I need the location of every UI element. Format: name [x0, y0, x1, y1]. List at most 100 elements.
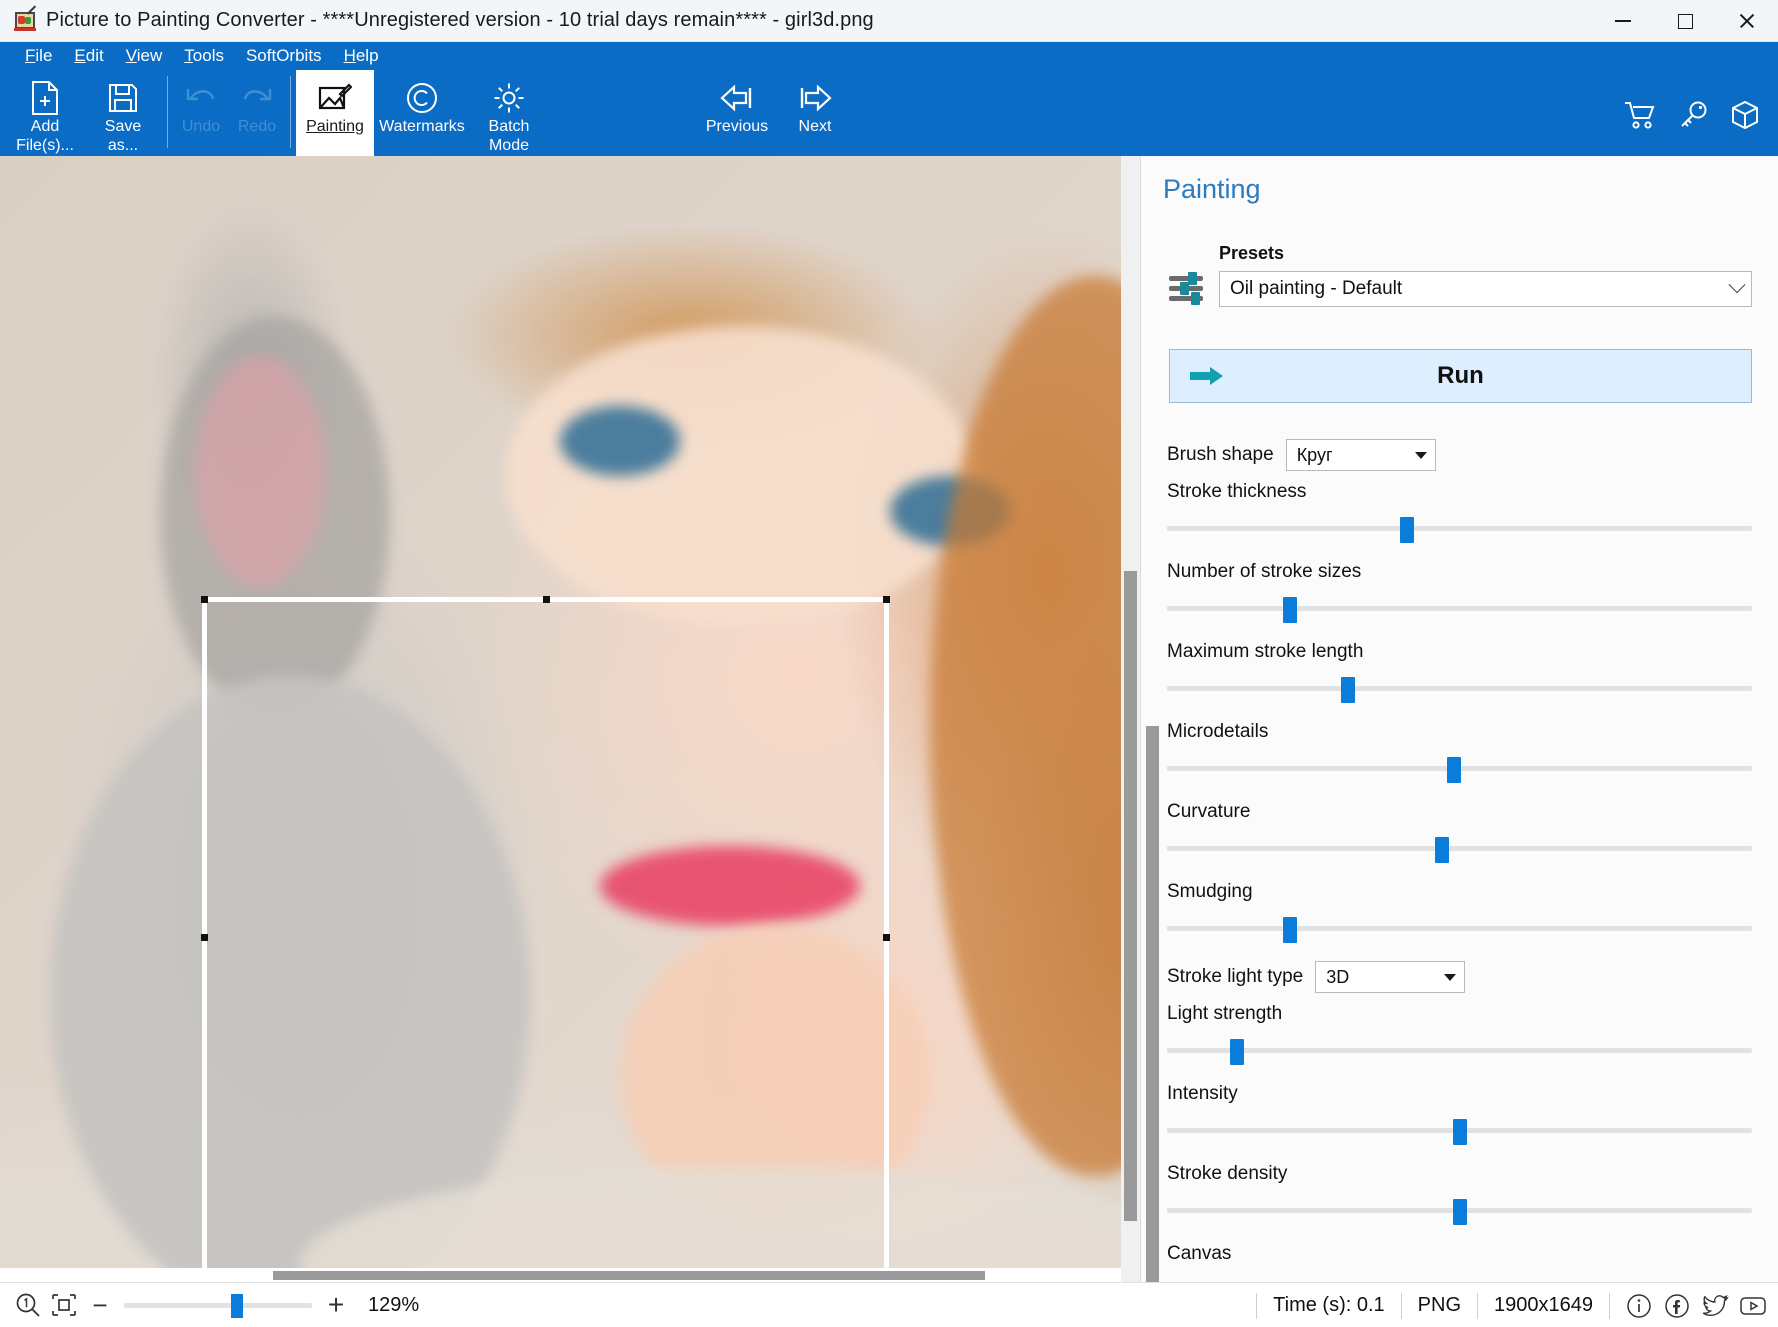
intensity-slider[interactable]: [1167, 1119, 1752, 1145]
intensity-label: Intensity: [1167, 1083, 1238, 1104]
slider-track: [1167, 606, 1752, 611]
presets-dropdown[interactable]: Oil painting - Default: [1219, 271, 1752, 307]
next-label: Next: [798, 118, 832, 135]
add-files-button[interactable]: Add File(s)...: [6, 70, 84, 156]
crop-selection-rectangle[interactable]: [201, 596, 890, 1278]
menu-item-file[interactable]: File: [16, 44, 61, 68]
undo-button[interactable]: Undo: [173, 70, 229, 156]
resize-handle-top-left[interactable]: [201, 596, 208, 603]
panel-content: Painting Presets Oil painting - Default: [1141, 156, 1778, 1282]
number-of-stroke-sizes-label: Number of stroke sizes: [1167, 561, 1362, 582]
save-icon: [108, 79, 138, 117]
gear-icon: [493, 79, 525, 117]
status-right-group: Time (s): 0.1 PNG 1900x1649: [1256, 1283, 1770, 1327]
zoom-in-button[interactable]: +: [318, 1287, 354, 1323]
resize-handle-top-center[interactable]: [542, 596, 550, 603]
save-as-button[interactable]: Save as...: [84, 70, 162, 156]
redo-button[interactable]: Redo: [229, 70, 285, 156]
brush-shape-dropdown[interactable]: Круг: [1285, 439, 1436, 471]
cart-icon[interactable]: [1624, 101, 1656, 134]
minimize-button[interactable]: [1592, 0, 1654, 42]
number-of-stroke-sizes-slider[interactable]: [1167, 597, 1752, 623]
curvature-slider[interactable]: [1167, 837, 1752, 863]
menu-label-tools-rest: ools: [192, 46, 224, 65]
maximize-button[interactable]: [1654, 0, 1716, 42]
caret-down-icon: [1414, 451, 1427, 459]
light-strength-slider[interactable]: [1167, 1039, 1752, 1065]
page-title: Painting: [1163, 174, 1261, 204]
menu-item-edit[interactable]: Edit: [65, 44, 112, 68]
batch-mode-button[interactable]: Batch Mode: [470, 70, 548, 156]
stroke-density-label: Stroke density: [1167, 1163, 1288, 1184]
zoom-slider[interactable]: [124, 1290, 312, 1320]
slider-thumb[interactable]: [1282, 917, 1297, 943]
stroke-density-slider[interactable]: [1167, 1199, 1752, 1225]
menu-label-file-rest: ile: [35, 46, 53, 65]
zoom-slider-thumb[interactable]: [230, 1294, 243, 1318]
watermarks-button[interactable]: Watermarks: [374, 70, 470, 156]
resize-handle-top-right[interactable]: [883, 596, 890, 603]
slider-track: [1167, 686, 1752, 691]
toolbar-separator-1: [167, 76, 168, 148]
copyright-icon: [406, 79, 438, 117]
painting-tab[interactable]: Painting: [296, 70, 374, 156]
facebook-icon[interactable]: [1660, 1289, 1694, 1323]
slider-track: [1167, 526, 1752, 531]
key-icon[interactable]: [1678, 101, 1708, 134]
image-viewport[interactable]: [0, 156, 1140, 1282]
slider-thumb[interactable]: [1452, 1199, 1467, 1225]
slider-thumb[interactable]: [1446, 757, 1461, 783]
viewport-vertical-scrollbar[interactable]: [1121, 156, 1140, 1282]
toolbar: Add File(s)... Save as... Undo Redo Pain…: [0, 70, 1778, 156]
smudging-slider[interactable]: [1167, 917, 1752, 943]
slider-thumb[interactable]: [1341, 677, 1356, 703]
stroke-thickness-slider[interactable]: [1167, 517, 1752, 543]
undo-icon: [185, 79, 217, 117]
info-icon[interactable]: [1622, 1289, 1656, 1323]
previous-label: Previous: [705, 118, 769, 135]
viewport-horizontal-scrollbar[interactable]: [0, 1268, 1121, 1282]
close-icon: [1738, 12, 1756, 30]
chevron-down-icon: [1728, 276, 1746, 294]
youtube-icon[interactable]: [1736, 1289, 1770, 1323]
slider-thumb[interactable]: [1230, 1039, 1245, 1065]
menu-item-help[interactable]: Help: [335, 44, 388, 68]
presets-label: Presets: [1219, 243, 1285, 263]
maximum-stroke-length-slider[interactable]: [1167, 677, 1752, 703]
number-of-stroke-sizes-control: Number of stroke sizes: [1167, 561, 1752, 623]
slider-thumb[interactable]: [1399, 517, 1414, 543]
twitter-icon[interactable]: [1698, 1289, 1732, 1323]
zoom-controls: − + 129%: [0, 1287, 419, 1323]
stroke-light-type-dropdown[interactable]: 3D: [1315, 961, 1466, 993]
dimensions-label: 1900x1649: [1477, 1292, 1609, 1319]
slider-thumb[interactable]: [1452, 1119, 1467, 1145]
resize-handle-middle-right[interactable]: [883, 934, 890, 941]
toolbar-right-icons: [1624, 100, 1760, 135]
slider-thumb[interactable]: [1434, 837, 1449, 863]
zoom-1-to-1-icon[interactable]: [10, 1287, 46, 1323]
run-label: Run: [1437, 362, 1484, 389]
redo-icon: [241, 79, 273, 117]
resize-handle-middle-left[interactable]: [201, 934, 208, 941]
watermarks-label: Watermarks: [379, 118, 465, 135]
viewport-vertical-scroll-thumb[interactable]: [1124, 571, 1137, 1221]
previous-button[interactable]: Previous: [698, 70, 776, 156]
run-button[interactable]: Run: [1169, 349, 1752, 403]
zoom-out-button[interactable]: −: [82, 1287, 118, 1323]
menu-item-softorbits[interactable]: SoftOrbits: [237, 44, 331, 68]
next-button[interactable]: Next: [776, 70, 854, 156]
microdetails-slider[interactable]: [1167, 757, 1752, 783]
next-arrow-icon: [796, 79, 834, 117]
microdetails-control: Microdetails: [1167, 721, 1752, 783]
curvature-label: Curvature: [1167, 801, 1251, 822]
menu-item-view[interactable]: View: [117, 44, 172, 68]
fit-to-screen-icon[interactable]: [46, 1287, 82, 1323]
smudging-label: Smudging: [1167, 881, 1253, 902]
close-button[interactable]: [1716, 0, 1778, 42]
presets-value: Oil painting - Default: [1230, 278, 1403, 299]
slider-thumb[interactable]: [1282, 597, 1297, 623]
redo-label: Redo: [237, 118, 277, 135]
box-icon[interactable]: [1730, 100, 1760, 135]
viewport-horizontal-scroll-thumb[interactable]: [273, 1271, 985, 1280]
menu-item-tools[interactable]: Tools: [175, 44, 233, 68]
